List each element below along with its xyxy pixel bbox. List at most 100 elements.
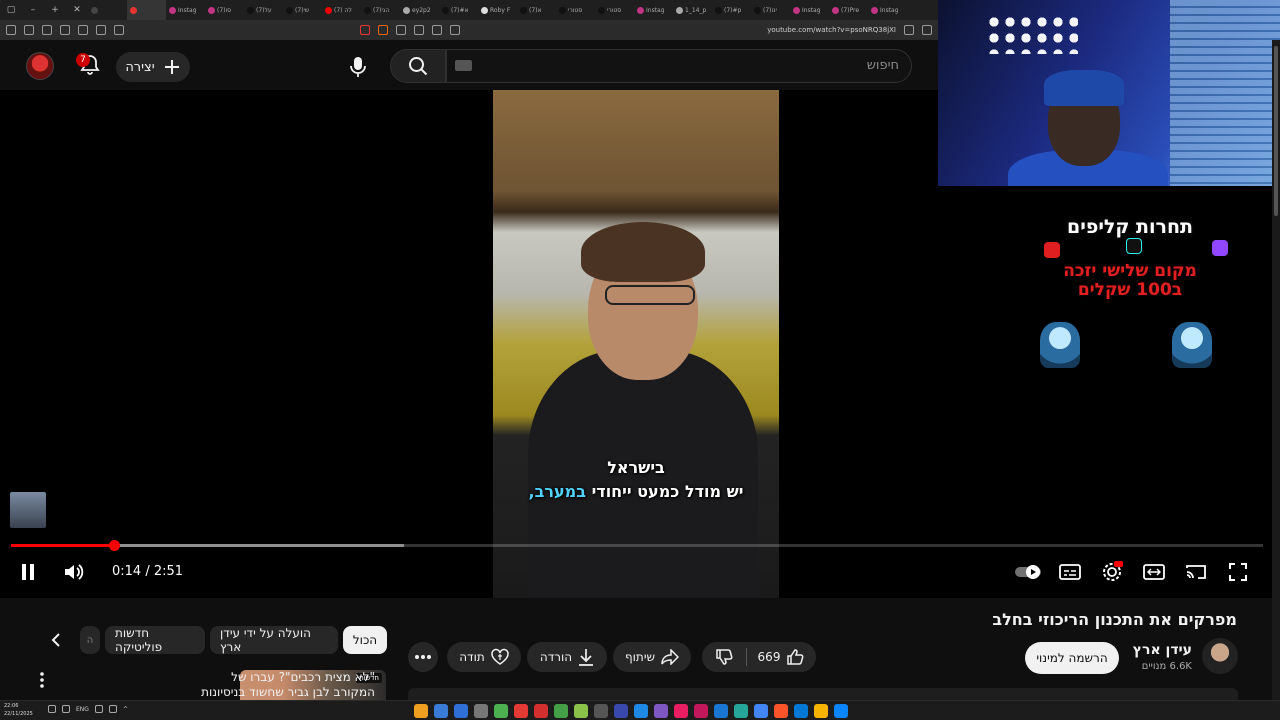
brave-shield-icon[interactable] — [378, 25, 388, 35]
pause-button[interactable] — [16, 560, 40, 584]
channel-name[interactable]: עידן ארץ — [1133, 642, 1192, 658]
account-avatar[interactable] — [26, 52, 54, 80]
taskbar-app-icon[interactable] — [514, 704, 528, 718]
search-input[interactable]: חיפוש — [446, 49, 912, 83]
browser-tab[interactable]: (7)#p — [712, 0, 751, 20]
new-tab-button[interactable]: + — [44, 0, 66, 20]
cast-button[interactable] — [1184, 560, 1208, 584]
subtitles-button[interactable] — [1058, 560, 1082, 584]
browser-tab[interactable]: סטורי — [595, 0, 634, 20]
subscribe-button[interactable]: הרשמה למינוי — [1025, 642, 1119, 674]
taskbar-app-icon[interactable] — [594, 704, 608, 718]
browser-tab[interactable]: ey2p2 — [400, 0, 439, 20]
chip-uploaded-by[interactable]: הועלה על ידי עידן ארץ — [210, 626, 338, 654]
browser-tab[interactable]: (7)א — [517, 0, 556, 20]
browser-tab[interactable]: סטורי — [556, 0, 595, 20]
autoplay-toggle[interactable] — [1013, 560, 1043, 584]
taskbar-app-icon[interactable] — [654, 704, 668, 718]
browser-tab[interactable]: (7)שי — [283, 0, 322, 20]
shield-icon[interactable] — [24, 25, 34, 35]
settings-icon[interactable] — [904, 25, 914, 35]
taskbar-app-icon[interactable] — [754, 704, 768, 718]
taskbar-app-icon[interactable] — [474, 704, 488, 718]
taskbar-app-icon[interactable] — [694, 704, 708, 718]
progress-scrubber[interactable] — [108, 540, 120, 551]
dislike-button[interactable] — [702, 642, 746, 672]
close-tab-icon[interactable]: ✕ — [66, 0, 88, 20]
download-button[interactable]: הורדה — [527, 642, 607, 672]
taskbar-app-icon[interactable] — [734, 704, 748, 718]
taskbar-app-icon[interactable] — [634, 704, 648, 718]
menu-icon[interactable] — [6, 25, 16, 35]
browser-tab[interactable]: Roby F — [478, 0, 517, 20]
taskbar-app-icon[interactable] — [714, 704, 728, 718]
video-frame[interactable]: בישראל יש מודל כמעט ייחודי במערב, — [493, 90, 779, 598]
notes-icon[interactable] — [114, 25, 124, 35]
chip-partial[interactable]: ה — [80, 626, 100, 654]
taskbar-clock[interactable]: 22:06 22/11/2025 — [4, 702, 33, 718]
share-page-icon[interactable] — [414, 25, 424, 35]
browser-tab[interactable]: Instag — [166, 0, 205, 20]
volume-button[interactable] — [62, 560, 86, 584]
keyboard-icon[interactable] — [455, 60, 472, 71]
network-icon[interactable] — [62, 705, 70, 713]
taskbar-app-icon[interactable] — [814, 704, 828, 718]
window-menu-icon[interactable]: ▢ — [0, 0, 22, 20]
taskbar-app-icon[interactable] — [774, 704, 788, 718]
speaker-icon[interactable] — [48, 705, 56, 713]
alert-icon[interactable] — [360, 25, 370, 35]
taskbar-app-icon[interactable] — [494, 704, 508, 718]
theater-mode-button[interactable] — [1142, 560, 1166, 584]
tray-expand-icon[interactable]: ^ — [123, 706, 128, 713]
microphone-tray-icon[interactable] — [94, 705, 103, 713]
translate-icon[interactable] — [396, 25, 406, 35]
taskbar-app-icon[interactable] — [434, 704, 448, 718]
cast-icon[interactable] — [450, 25, 460, 35]
browser-tab[interactable]: Instag — [634, 0, 673, 20]
bookmark-icon[interactable] — [922, 25, 932, 35]
extensions-icon[interactable] — [42, 25, 52, 35]
voice-search-button[interactable] — [340, 52, 376, 82]
taskbar-app-icon[interactable] — [414, 704, 428, 718]
settings-button[interactable] — [1100, 560, 1124, 584]
chip-all[interactable]: הכול — [343, 626, 387, 654]
taskbar-app-icon[interactable] — [794, 704, 808, 718]
download-icon[interactable] — [96, 25, 106, 35]
create-button[interactable]: יצירה — [116, 52, 190, 82]
video-player[interactable]: בישראל יש מודל כמעט ייחודי במערב, תחרות … — [0, 0, 1280, 598]
taskbar-app-icon[interactable] — [674, 704, 688, 718]
channel-avatar[interactable] — [1202, 638, 1238, 674]
more-actions-button[interactable] — [408, 642, 438, 672]
taskbar-app-icon[interactable] — [614, 704, 628, 718]
address-bar[interactable]: youtube.com/watch?v=psoNRQ38jXI — [767, 26, 896, 34]
browser-tab[interactable]: (7)הגי — [361, 0, 400, 20]
recommended-video-menu[interactable] — [36, 670, 48, 690]
browser-tab[interactable]: (7)סו — [205, 0, 244, 20]
taskbar-app-icon[interactable] — [834, 704, 848, 718]
share-button[interactable]: שיתוף — [613, 642, 691, 672]
language-indicator[interactable]: ENG — [76, 706, 89, 713]
browser-tab[interactable]: (7)#א — [439, 0, 478, 20]
chips-scroll-button[interactable] — [44, 628, 68, 652]
page-scrollbar-thumb[interactable] — [1274, 46, 1278, 216]
zoom-icon[interactable] — [432, 25, 442, 35]
browser-tab[interactable]: (7)ינו — [751, 0, 790, 20]
browser-tab[interactable]: Instag — [790, 0, 829, 20]
recommended-video-title[interactable]: "לא מצית רכבים"? עברו של המקורב לבן גביר… — [195, 670, 375, 700]
browser-tab[interactable]: (7)Pre — [829, 0, 868, 20]
taskbar-app-icon[interactable] — [454, 704, 468, 718]
search-button[interactable] — [390, 49, 446, 83]
chip-politics-news[interactable]: חדשות פוליטיקה — [105, 626, 205, 654]
fullscreen-button[interactable] — [1226, 560, 1250, 584]
taskbar-app-icon[interactable] — [554, 704, 568, 718]
browser-tab[interactable]: Instag — [868, 0, 907, 20]
sidebar-icon[interactable] — [60, 25, 70, 35]
like-button[interactable]: 669 — [746, 642, 816, 672]
browser-tab[interactable]: (7) לה — [322, 0, 361, 20]
thanks-button[interactable]: תודה — [447, 642, 521, 672]
video-preview-thumbnail[interactable] — [10, 492, 46, 528]
app-tray-icon[interactable] — [108, 705, 117, 713]
browser-tab[interactable]: (7)על — [244, 0, 283, 20]
browser-tab[interactable] — [127, 0, 166, 20]
history-icon[interactable] — [78, 25, 88, 35]
